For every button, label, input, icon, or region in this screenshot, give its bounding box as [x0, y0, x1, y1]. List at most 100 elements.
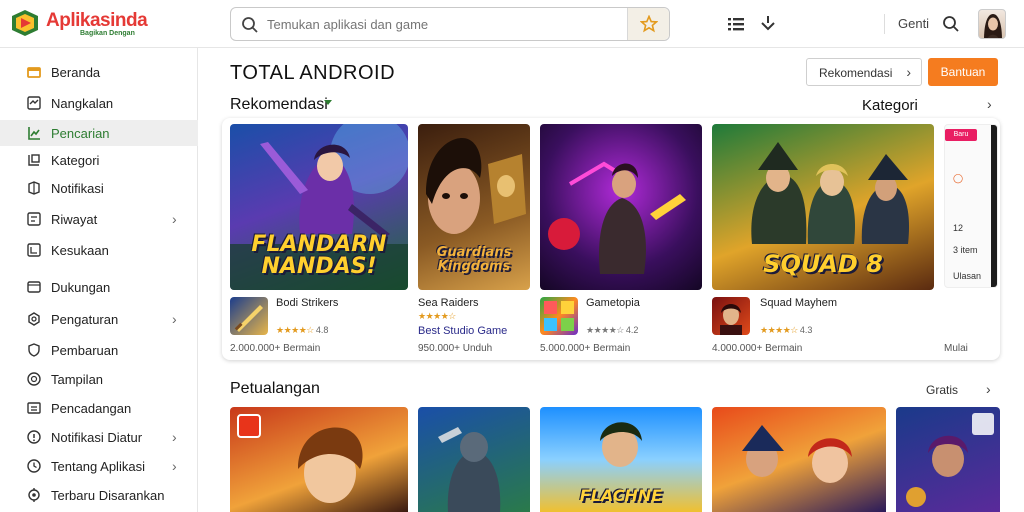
archive-icon: [27, 402, 41, 414]
account-link[interactable]: Genti: [898, 16, 929, 31]
star-rating: ★★★★☆: [418, 311, 456, 321]
home-icon: [27, 67, 41, 78]
app-icon[interactable]: [230, 297, 268, 335]
sidebar-item-label: Notifikasi Diatur: [51, 430, 143, 445]
sidebar-item-label: Pengaturan: [51, 312, 119, 327]
sidebar-item-home[interactable]: Beranda: [0, 59, 198, 85]
app-logo[interactable]: Aplikasinda Bagikan Dengan: [10, 6, 150, 42]
section-title[interactable]: Rekomendasi: [230, 96, 328, 114]
game-banner[interactable]: [712, 407, 886, 512]
sidebar-item-favorites[interactable]: Kesukaan: [0, 237, 198, 263]
sidebar-item-notifications[interactable]: Notifikasi: [0, 175, 198, 201]
game-art: [742, 425, 852, 483]
developer-name[interactable]: Best Studio Game: [418, 325, 507, 337]
chart-icon: [28, 127, 40, 140]
star-rating: ★★★★☆: [586, 325, 624, 335]
sidebar-item-search[interactable]: Pencarian: [0, 120, 198, 146]
app-name[interactable]: Bodi Strikers: [276, 297, 338, 309]
cut-row: 12: [953, 223, 964, 233]
app-name[interactable]: Squad Mayhem: [760, 297, 837, 309]
download-button[interactable]: [757, 13, 779, 35]
app-icon[interactable]: [540, 297, 578, 335]
favorite-button[interactable]: [627, 8, 669, 40]
sidebar-item-label: Dukungan: [51, 280, 111, 295]
sidebar-item-notification-settings[interactable]: Notifikasi Diatur ›: [0, 424, 198, 450]
game-banner[interactable]: [418, 407, 530, 512]
star-rating: ★★★★☆: [276, 325, 314, 335]
game-banner[interactable]: [230, 407, 408, 512]
game-banner[interactable]: Guardians Kingdoms: [418, 124, 530, 290]
game-banner[interactable]: SQUAD 8: [712, 124, 934, 290]
puzzle-icon: [544, 301, 574, 331]
logo-mark-icon: [12, 10, 38, 36]
list-icon: [728, 18, 744, 31]
sidebar-item-updates[interactable]: Pembaruan: [0, 337, 198, 363]
logo-text: Aplikasinda: [46, 10, 148, 31]
app-name[interactable]: Gametopia: [586, 297, 640, 309]
list-view-button[interactable]: [725, 13, 747, 35]
sidebar-item-support[interactable]: Dukungan: [0, 274, 198, 300]
game-art: [548, 161, 686, 274]
section-link[interactable]: Kategori: [862, 97, 918, 114]
search-button[interactable]: [940, 13, 962, 35]
game-banner[interactable]: [540, 124, 702, 290]
sidebar-item-backup[interactable]: Pencadangan: [0, 395, 198, 421]
chevron-right-icon: ›: [172, 429, 177, 445]
sidebar-item-label: Kesukaan: [51, 243, 109, 258]
search-icon: [943, 16, 959, 32]
rating-value: 4.3: [799, 325, 813, 335]
chevron-right-icon: ›: [172, 211, 177, 227]
primary-button[interactable]: Bantuan: [928, 58, 998, 86]
sidebar-item-label: Riwayat: [51, 212, 98, 227]
circle-icon: ◯: [953, 173, 964, 183]
bell-icon: [28, 181, 40, 195]
chevron-right-icon: ›: [172, 458, 177, 474]
sidebar-item-about[interactable]: Tentang Aplikasi ›: [0, 453, 198, 479]
rating-stars: ★★★★☆ 4.8: [276, 325, 328, 336]
cut-row: Ulasan: [953, 271, 982, 281]
page-title: TOTAL ANDROID: [230, 62, 396, 84]
caret-down-icon[interactable]: [322, 96, 334, 108]
sidebar-item-label: Kategori: [51, 153, 100, 168]
chevron-right-icon[interactable]: ›: [987, 96, 992, 112]
app-name[interactable]: Sea Raiders: [418, 297, 479, 309]
history-icon: [27, 212, 41, 226]
install-count: 950.000+ Unduh: [418, 343, 493, 354]
rating-stars: ★★★★☆ 4.3: [760, 325, 812, 336]
partial-app-card[interactable]: Baru ◯ 12 3 item Ulasan: [944, 124, 998, 288]
grid-icon: [28, 154, 40, 166]
star-rating: ★★★★☆: [760, 325, 798, 335]
logo-subtitle: Bagikan Dengan: [80, 30, 135, 37]
game-banner[interactable]: [896, 407, 1000, 512]
info-icon: [27, 430, 41, 444]
sidebar-item-display[interactable]: Tampilan: [0, 366, 198, 392]
chevron-right-icon[interactable]: ›: [986, 381, 991, 397]
toolbar-divider: [884, 14, 885, 34]
sidebar-item-categories[interactable]: Kategori: [0, 147, 198, 173]
section-title[interactable]: Petualangan: [230, 380, 320, 398]
app-icon[interactable]: [712, 297, 750, 335]
top-bar: Aplikasinda Bagikan Dengan Genti: [0, 0, 1024, 48]
star-icon: [639, 15, 658, 33]
section-link[interactable]: Gratis: [926, 383, 958, 397]
sidebar-item-settings[interactable]: Pengaturan ›: [0, 306, 198, 332]
avatar[interactable]: [978, 9, 1006, 39]
sidebar-item-downloads[interactable]: Nangkalan: [0, 90, 198, 116]
search-input[interactable]: [267, 14, 627, 34]
new-badge: Baru: [945, 129, 977, 141]
install-count: 4.000.000+ Bermain: [712, 343, 803, 354]
rating-stars: ★★★★☆ 4.2: [586, 325, 638, 336]
sidebar-item-suggested[interactable]: Terbaru Disarankan: [0, 482, 198, 508]
sidebar-item-label: Beranda: [51, 65, 101, 80]
circle-icon: [27, 372, 41, 386]
game-banner[interactable]: FLANDARN NANDAS!: [230, 124, 408, 290]
download-icon: [27, 96, 41, 110]
game-banner[interactable]: FLACHNE: [540, 407, 702, 512]
sort-dropdown[interactable]: Rekomendasi ›: [806, 58, 922, 86]
search-icon: [242, 17, 258, 33]
settings-icon: [28, 488, 40, 502]
game-art: [438, 427, 501, 512]
install-count: 2.000.000+ Bermain: [230, 343, 321, 354]
install-count: 5.000.000+ Bermain: [540, 343, 631, 354]
sidebar-item-history[interactable]: Riwayat ›: [0, 206, 198, 232]
